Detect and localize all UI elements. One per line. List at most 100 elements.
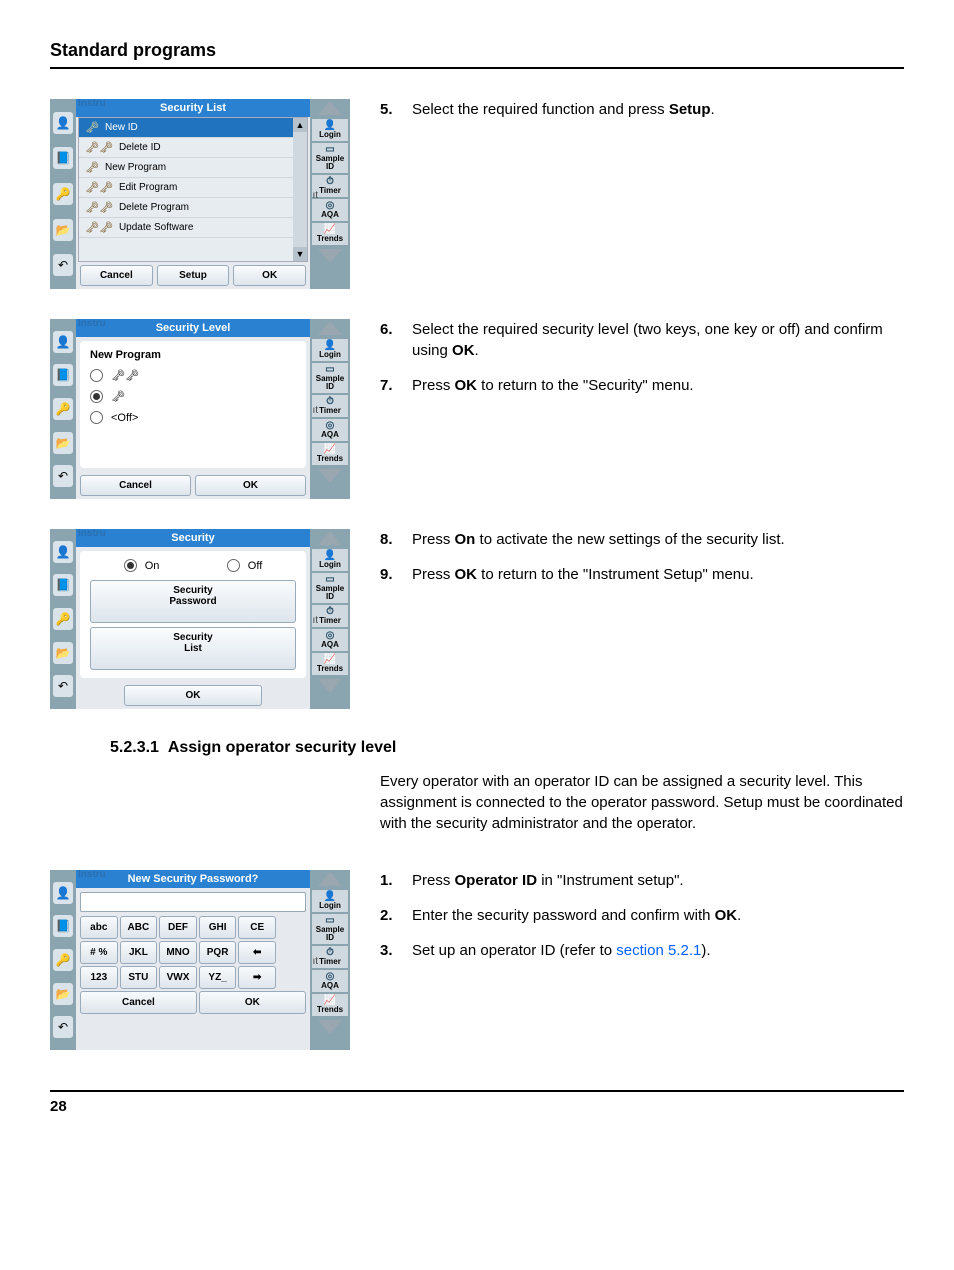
key-right-arrow[interactable]: ➡ — [238, 966, 276, 989]
sidebar-key-icon[interactable]: 🔑 — [53, 949, 73, 971]
side-aqa[interactable]: ◎AQA — [312, 629, 348, 651]
scrollbar[interactable]: ▲ ▼ — [293, 118, 307, 261]
nav-down-icon[interactable] — [318, 1020, 342, 1034]
step-6: 6. Select the required security level (t… — [380, 319, 904, 361]
sidebar-person-icon[interactable]: 👤 — [53, 112, 73, 134]
key-left-arrow[interactable]: ⬅ — [238, 941, 276, 964]
back-icon[interactable]: ↶ — [53, 465, 73, 487]
nav-down-icon[interactable] — [318, 249, 342, 263]
step-bold: Setup — [669, 101, 711, 118]
back-icon[interactable]: ↶ — [53, 254, 73, 276]
sidebar-folder-icon[interactable]: 📂 — [53, 642, 73, 664]
side-sample[interactable]: ▭Sample ID — [312, 914, 348, 944]
sidebar-folder-icon[interactable]: 📂 — [53, 983, 73, 1005]
key-vwx[interactable]: VWX — [159, 966, 197, 989]
option-off[interactable]: <Off> — [90, 411, 296, 424]
back-icon[interactable]: ↶ — [53, 1016, 73, 1038]
sidebar-folder-icon[interactable]: 📂 — [53, 219, 73, 241]
sidebar-person-icon[interactable]: 👤 — [53, 882, 73, 904]
side-login[interactable]: 👤Login — [312, 549, 348, 571]
list-item[interactable]: 🗝🗝Edit Program — [79, 178, 307, 198]
step-text: ). — [701, 942, 710, 959]
security-off-radio[interactable]: Off — [227, 559, 262, 572]
sidebar-key-icon[interactable]: 🔑 — [53, 398, 73, 420]
sidebar-person-icon[interactable]: 👤 — [53, 331, 73, 353]
cross-reference-link[interactable]: section 5.2.1 — [616, 942, 701, 959]
two-keys-icon: 🗝🗝 — [111, 369, 139, 382]
security-list-button[interactable]: Security List — [90, 627, 296, 670]
radio-icon[interactable] — [124, 559, 137, 572]
side-sample[interactable]: ▭Sample ID — [312, 143, 348, 173]
sidebar-key-icon[interactable]: 🔑 — [53, 608, 73, 630]
ok-button[interactable]: OK — [195, 475, 306, 496]
security-list[interactable]: 🗝New ID 🗝🗝Delete ID 🗝New Program 🗝🗝Edit … — [78, 117, 308, 262]
side-trends[interactable]: 📈Trends — [312, 653, 348, 675]
side-login[interactable]: 👤Login — [312, 119, 348, 141]
side-aqa[interactable]: ◎AQA — [312, 419, 348, 441]
ok-button[interactable]: OK — [124, 685, 262, 706]
key-123[interactable]: 123 — [80, 966, 118, 989]
step-text: Select the required function and press — [412, 101, 669, 118]
key-stu[interactable]: STU — [120, 966, 158, 989]
ok-button[interactable]: OK — [233, 265, 306, 286]
cancel-button[interactable]: Cancel — [80, 991, 197, 1014]
radio-icon[interactable] — [90, 411, 103, 424]
ok-button[interactable]: OK — [199, 991, 306, 1014]
side-trends[interactable]: 📈Trends — [312, 443, 348, 465]
key-mno[interactable]: MNO — [159, 941, 197, 964]
side-aqa[interactable]: ◎AQA — [312, 199, 348, 221]
radio-icon[interactable] — [90, 390, 103, 403]
nav-up-icon[interactable] — [318, 101, 342, 115]
radio-icon[interactable] — [90, 369, 103, 382]
key-symbols[interactable]: # % — [80, 941, 118, 964]
option-one-key[interactable]: 🗝 — [90, 390, 296, 403]
side-sample[interactable]: ▭Sample ID — [312, 573, 348, 603]
left-sidebar: 👤 📘 🔑 📂 ↶ — [50, 99, 76, 289]
nav-down-icon[interactable] — [318, 679, 342, 693]
step-1: 1. Press Operator ID in "Instrument setu… — [380, 870, 904, 891]
nav-up-icon[interactable] — [318, 531, 342, 545]
cancel-button[interactable]: Cancel — [80, 475, 191, 496]
side-trends[interactable]: 📈Trends — [312, 994, 348, 1016]
list-item[interactable]: 🗝New Program — [79, 158, 307, 178]
sidebar-person-icon[interactable]: 👤 — [53, 541, 73, 563]
key-abc[interactable]: ABC — [120, 916, 158, 939]
list-item[interactable]: 🗝🗝Delete ID — [79, 138, 307, 158]
nav-up-icon[interactable] — [318, 321, 342, 335]
cancel-button[interactable]: Cancel — [80, 265, 153, 286]
radio-icon[interactable] — [227, 559, 240, 572]
key-ghi[interactable]: GHI — [199, 916, 237, 939]
side-trends[interactable]: 📈Trends — [312, 223, 348, 245]
list-item[interactable]: 🗝🗝Delete Program — [79, 198, 307, 218]
sidebar-key-icon[interactable]: 🔑 — [53, 183, 73, 205]
password-input[interactable] — [80, 892, 306, 912]
scroll-down-icon[interactable]: ▼ — [293, 247, 307, 261]
key-ce[interactable]: CE — [238, 916, 276, 939]
list-item[interactable]: 🗝New ID — [79, 118, 307, 138]
option-two-keys[interactable]: 🗝🗝 — [90, 369, 296, 382]
security-on-radio[interactable]: On — [124, 559, 160, 572]
nav-down-icon[interactable] — [318, 469, 342, 483]
back-icon[interactable]: ↶ — [53, 675, 73, 697]
security-password-button[interactable]: Security Password — [90, 580, 296, 623]
side-sample[interactable]: ▭Sample ID — [312, 363, 348, 393]
side-login[interactable]: 👤Login — [312, 339, 348, 361]
side-login[interactable]: 👤Login — [312, 890, 348, 912]
nav-up-icon[interactable] — [318, 872, 342, 886]
scroll-up-icon[interactable]: ▲ — [293, 118, 307, 132]
sidebar-folder-icon[interactable]: 📂 — [53, 432, 73, 454]
sidebar-sample-icon[interactable]: 📘 — [53, 574, 73, 596]
key-abc-lower[interactable]: abc — [80, 916, 118, 939]
key-jkl[interactable]: JKL — [120, 941, 158, 964]
sidebar-sample-icon[interactable]: 📘 — [53, 915, 73, 937]
key-def[interactable]: DEF — [159, 916, 197, 939]
side-aqa[interactable]: ◎AQA — [312, 970, 348, 992]
sidebar-sample-icon[interactable]: 📘 — [53, 147, 73, 169]
key-yz[interactable]: YZ_ — [199, 966, 237, 989]
setup-button[interactable]: Setup — [157, 265, 230, 286]
screenshot-security-list: 👤 📘 🔑 📂 ↶ Instru Security List 🗝New ID 🗝… — [50, 99, 350, 289]
sidebar-sample-icon[interactable]: 📘 — [53, 364, 73, 386]
key-pqr[interactable]: PQR — [199, 941, 237, 964]
list-item[interactable]: 🗝🗝Update Software — [79, 218, 307, 238]
step-8: 8. Press On to activate the new settings… — [380, 529, 904, 550]
